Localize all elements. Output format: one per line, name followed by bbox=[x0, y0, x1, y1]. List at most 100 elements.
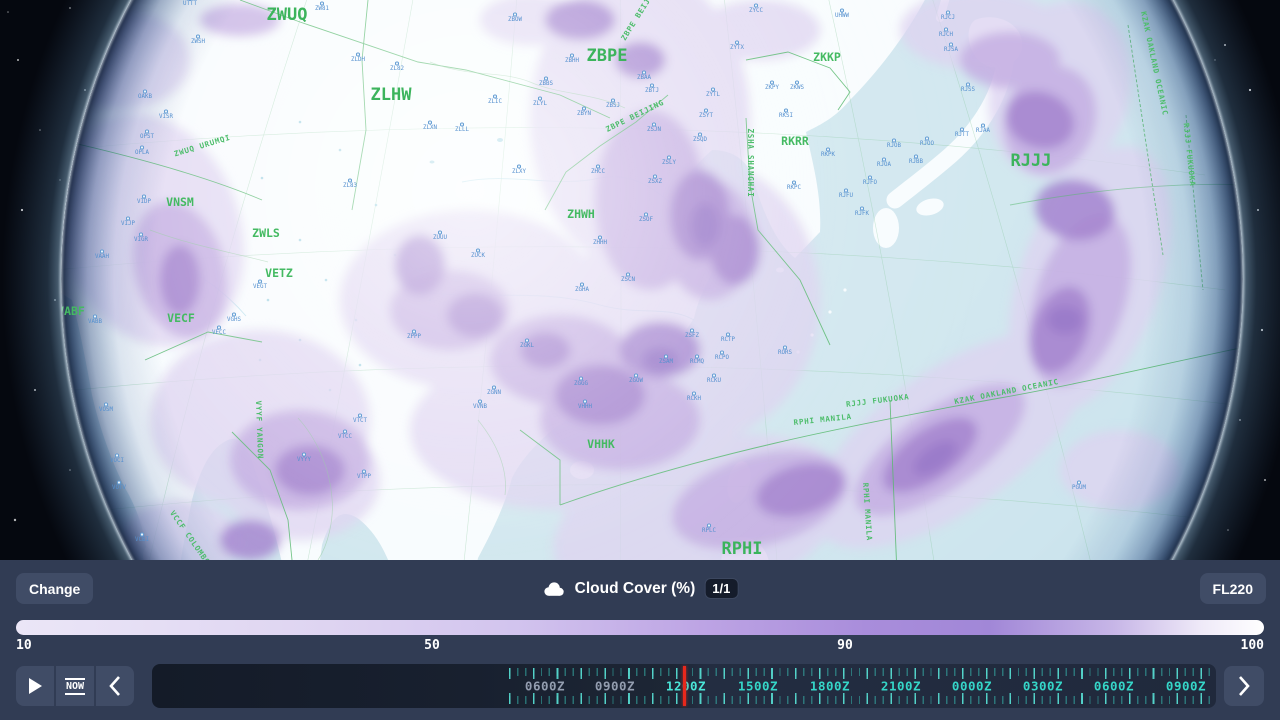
airport-code: RJSS bbox=[961, 87, 975, 93]
airport-code: VHHH bbox=[578, 404, 592, 410]
fir-label: RKRR bbox=[781, 134, 809, 148]
airport-code: VIDP bbox=[137, 199, 151, 205]
airport-code: ZSYT bbox=[699, 113, 713, 119]
timeline-time-label[interactable]: 0900Z bbox=[595, 679, 635, 694]
airport-code: ZSLY bbox=[662, 160, 676, 166]
fir-label: ZHWH bbox=[567, 207, 595, 221]
airport-code: ZGKL bbox=[520, 343, 534, 349]
fir-label: ZWLS bbox=[252, 226, 280, 240]
airport-code: VGHS bbox=[227, 317, 241, 323]
airport-code: RCMQ bbox=[690, 359, 704, 365]
airport-code: VTPP bbox=[357, 474, 371, 480]
airport-code: VEGT bbox=[253, 284, 267, 290]
airport-code: ZLXY bbox=[512, 169, 526, 175]
timeline-time-label[interactable]: 1200Z bbox=[666, 679, 706, 694]
airport-code: VABB bbox=[88, 319, 102, 325]
airport-code: RJFK bbox=[855, 211, 869, 217]
airport-code: ZGHA bbox=[575, 287, 589, 293]
globe-surface: UTTTZW81ZYCCUHWWRJCJZBOWRJCHZWSHZYTXRJSA… bbox=[0, 0, 1255, 560]
airport-code: ZBAA bbox=[637, 75, 651, 81]
airport-code: ZLIC bbox=[488, 99, 502, 105]
step-forward-button[interactable] bbox=[1224, 666, 1264, 706]
fir-label: VNSM bbox=[166, 195, 194, 209]
airport-code: UTTT bbox=[183, 1, 197, 7]
airport-code: RJBB bbox=[909, 159, 923, 165]
timeline-time-label[interactable]: 0600Z bbox=[525, 679, 565, 694]
change-layer-button[interactable]: Change bbox=[16, 573, 93, 604]
page-indicator: 1/1 bbox=[704, 578, 738, 599]
timeline-time-label[interactable]: 0900Z bbox=[1166, 679, 1206, 694]
airport-code: ZSFZ bbox=[685, 333, 699, 339]
airport-code: VOSM bbox=[99, 407, 113, 413]
airport-code: RJCJ bbox=[941, 15, 955, 21]
fir-label: RJJJ bbox=[1011, 151, 1052, 171]
current-time-marker[interactable] bbox=[683, 666, 686, 706]
now-label: NOW bbox=[65, 678, 85, 695]
chevron-right-icon bbox=[1238, 676, 1250, 696]
airport-code: ZUCK bbox=[471, 253, 485, 259]
airport-code: VAAH bbox=[95, 254, 109, 260]
timeline-time-label[interactable]: 2100Z bbox=[881, 679, 921, 694]
timeline-time-label[interactable]: 1800Z bbox=[810, 679, 850, 694]
timeline-time-label[interactable]: 1500Z bbox=[738, 679, 778, 694]
airport-code: RCTP bbox=[721, 337, 735, 343]
fir-label: VETZ bbox=[265, 266, 293, 280]
airport-code: RKPK bbox=[821, 152, 835, 158]
airport-code: ZSXZ bbox=[648, 179, 662, 185]
airport-marker: UTTT bbox=[183, 0, 197, 7]
airport-code: ZW81 bbox=[315, 6, 329, 12]
airport-code: ZL82 bbox=[390, 66, 404, 72]
airport-code: ZLDH bbox=[351, 57, 365, 63]
airport-code: RKSI bbox=[779, 113, 793, 119]
airport-code: ZHHH bbox=[593, 240, 607, 246]
fir-label: ZLHW bbox=[371, 85, 413, 105]
airport-code: ZYTL bbox=[706, 92, 720, 98]
airport-code: RJTT bbox=[955, 132, 969, 138]
timeline-time-label[interactable]: 0000Z bbox=[952, 679, 992, 694]
airport-code: RCPO bbox=[715, 355, 729, 361]
airport-code: ZBHH bbox=[565, 58, 579, 64]
airport-code: ZSJN bbox=[647, 127, 661, 133]
fir-label: ZKKP bbox=[813, 50, 841, 64]
airport-code: VISR bbox=[159, 114, 173, 120]
app-window: UTTTZW81ZYCCUHWWRJCJZBOWRJCHZWSHZYTXRJSA… bbox=[0, 0, 1280, 720]
airport-code: ZBTJ bbox=[645, 88, 659, 94]
timeline-time-label[interactable]: 0300Z bbox=[1023, 679, 1063, 694]
airport-code: UHWW bbox=[835, 13, 849, 19]
airport-code: OPST bbox=[140, 134, 154, 140]
now-button[interactable]: NOW bbox=[56, 666, 94, 706]
step-back-button[interactable] bbox=[96, 666, 134, 706]
airport-code: VTCT bbox=[353, 418, 367, 424]
airport-code: ZGGG bbox=[574, 381, 588, 387]
airport-code: RCKH bbox=[687, 396, 701, 402]
layer-title: Cloud Cover (%) bbox=[575, 580, 696, 598]
airport-code: RJAA bbox=[976, 128, 990, 134]
airport-code: VIGR bbox=[134, 237, 148, 243]
airport-code: ZUUU bbox=[433, 235, 447, 241]
scale-label-100: 100 bbox=[1241, 638, 1264, 653]
airport-code: ZWSH bbox=[191, 39, 205, 45]
timeline-time-label[interactable]: 0600Z bbox=[1094, 679, 1134, 694]
airport-code: OAKB bbox=[138, 94, 152, 100]
airport-code: VOTV bbox=[112, 485, 126, 491]
airport-code: ZSAM bbox=[659, 359, 673, 365]
layer-title-group: Cloud Cover (%) 1/1 bbox=[542, 573, 739, 604]
globe-map[interactable]: UTTTZW81ZYCCUHWWRJCJZBOWRJCHZWSHZYTXRJSA… bbox=[0, 0, 1280, 560]
airport-code: ZLLL bbox=[455, 127, 469, 133]
airport-code: ZL83 bbox=[343, 183, 357, 189]
airport-code: VCBI bbox=[135, 537, 149, 543]
airport-code: ZGNN bbox=[487, 390, 501, 396]
airport-code: ZYTX bbox=[730, 45, 744, 51]
flight-level-button[interactable]: FL220 bbox=[1200, 573, 1266, 604]
airport-code: ZBYN bbox=[577, 111, 591, 117]
airport-code: ZYCC bbox=[749, 8, 763, 14]
cloud-icon bbox=[542, 581, 566, 597]
fir-label: VECF bbox=[167, 311, 195, 325]
scale-label-10: 10 bbox=[16, 638, 32, 653]
scale-label-90: 90 bbox=[837, 638, 853, 653]
play-button[interactable] bbox=[16, 666, 54, 706]
airport-code: VECC bbox=[212, 330, 226, 336]
time-scrubber[interactable]: 0600Z 0900Z 1200Z 1500Z 1800Z 2100Z 0000Z 0300Z… bbox=[152, 664, 1216, 708]
fir-label: ZWUQ bbox=[267, 5, 308, 25]
airport-code: ZHCC bbox=[591, 169, 605, 175]
